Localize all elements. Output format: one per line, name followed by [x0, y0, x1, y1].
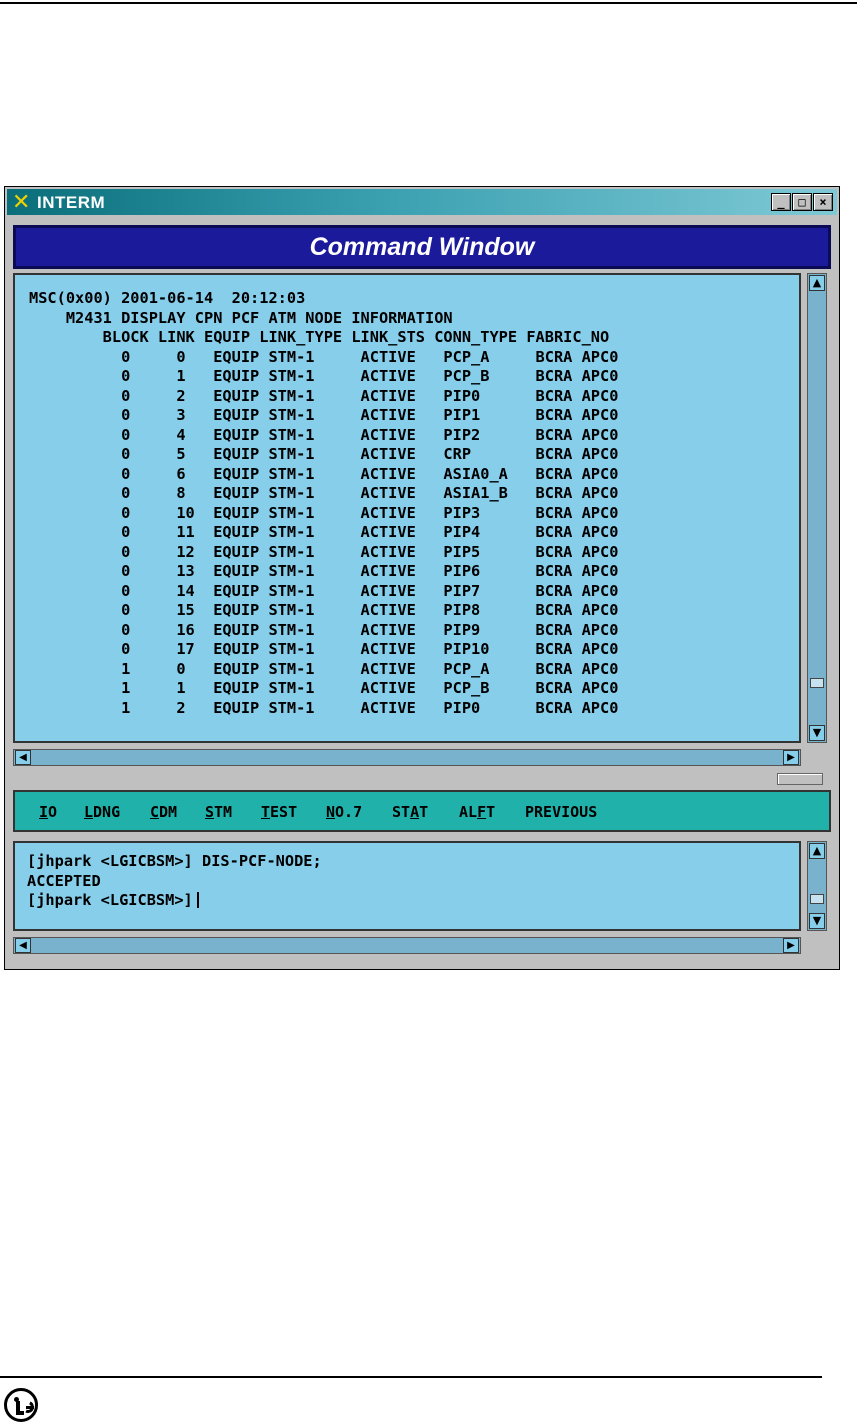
- output-text: MSC(0x00) 2001-06-14 20:12:03 M2431 DISP…: [29, 289, 618, 718]
- output-line: 1 2 EQUIP STM-1 ACTIVE PIP0 BCRA APC0: [29, 698, 619, 717]
- output-line: 0 15 EQUIP STM-1 ACTIVE PIP8 BCRA APC0: [29, 601, 619, 619]
- lg-logo-icon: [4, 1388, 38, 1422]
- menu-item-cdm[interactable]: CDM: [150, 803, 177, 821]
- command-window-title: Command Window: [309, 233, 535, 261]
- output-line: 0 8 EQUIP STM-1 ACTIVE ASIA1_B BCRA APC0: [29, 484, 619, 502]
- output-line: 0 6 EQUIP STM-1 ACTIVE ASIA0_A BCRA APC0: [29, 464, 619, 483]
- output-line: 0 0 EQUIP STM-1 ACTIVE PCP_A BCRA APC0: [29, 347, 619, 366]
- output-line: 0 14 EQUIP STM-1 ACTIVE PIP7 BCRA APC0: [29, 581, 619, 600]
- command-menu-bar: IO LDNG CDM STM TEST NO.7 STAT ALFT PREV…: [13, 790, 831, 832]
- x-logo-icon: ✕: [12, 190, 31, 215]
- output-line: 0 12 EQUIP STM-1 ACTIVE PIP5 BCRA APC0: [29, 542, 619, 561]
- output-horizontal-scrollbar[interactable]: ◀ ▶: [13, 749, 801, 766]
- output-line: 0 3 EQUIP STM-1 ACTIVE PIP1 BCRA APC0: [29, 406, 619, 424]
- command-prompt: [jhpark <LGICBSM>]: [27, 891, 193, 909]
- output-line: 0 10 EQUIP STM-1 ACTIVE PIP3 BCRA APC0: [29, 503, 619, 522]
- scroll-left-icon[interactable]: ◀: [15, 750, 31, 765]
- menu-item-previous[interactable]: PREVIOUS: [525, 803, 597, 821]
- output-line: 0 17 EQUIP STM-1 ACTIVE PIP10 BCRA APC0: [29, 640, 619, 658]
- maximize-button[interactable]: □: [792, 193, 812, 211]
- menu-item-test[interactable]: TEST: [261, 803, 297, 821]
- input-vertical-scrollbar[interactable]: ▲ ▼: [807, 841, 827, 931]
- history-line: [jhpark <LGICBSM>] DIS-PCF-NODE;: [27, 852, 322, 870]
- page-bottom-rule: [0, 1376, 822, 1378]
- minimize-button[interactable]: _: [771, 193, 791, 211]
- page-top-rule: [0, 2, 857, 4]
- output-line: 0 13 EQUIP STM-1 ACTIVE PIP6 BCRA APC0: [29, 562, 619, 580]
- input-horizontal-scrollbar[interactable]: ◀ ▶: [13, 937, 801, 954]
- text-cursor: [196, 892, 199, 908]
- output-line: MSC(0x00) 2001-06-14 20:12:03: [29, 289, 306, 307]
- scroll-up-icon[interactable]: ▲: [809, 275, 825, 291]
- title-bar[interactable]: ✕ INTERM _ □ ×: [7, 189, 837, 215]
- output-line: 1 0 EQUIP STM-1 ACTIVE PCP_A BCRA APC0: [29, 659, 619, 678]
- scroll-down-icon[interactable]: ▼: [809, 913, 825, 929]
- output-line: 0 16 EQUIP STM-1 ACTIVE PIP9 BCRA APC0: [29, 620, 619, 639]
- scroll-thumb[interactable]: [810, 678, 824, 688]
- history-line: ACCEPTED: [27, 871, 101, 890]
- menu-item-alft[interactable]: ALFT: [459, 803, 495, 821]
- menu-item-no7[interactable]: NO.7: [326, 803, 362, 821]
- menu-item-stat[interactable]: STAT: [392, 803, 428, 821]
- scroll-right-icon[interactable]: ▶: [783, 750, 799, 765]
- scroll-up-icon[interactable]: ▲: [809, 843, 825, 859]
- command-input-pane[interactable]: [jhpark <LGICBSM>] DIS-PCF-NODE; ACCEPTE…: [13, 841, 801, 931]
- command-input-text[interactable]: [jhpark <LGICBSM>] DIS-PCF-NODE; ACCEPTE…: [27, 852, 322, 911]
- interm-window: ✕ INTERM _ □ × Command Window MSC(0x00) …: [4, 186, 840, 970]
- scroll-left-icon[interactable]: ◀: [15, 938, 31, 953]
- output-line: BLOCK LINK EQUIP LINK_TYPE LINK_STS CONN…: [29, 328, 610, 346]
- menu-item-io[interactable]: IO: [39, 803, 57, 821]
- output-vertical-scrollbar[interactable]: ▲ ▼: [807, 273, 827, 743]
- menu-item-ldng[interactable]: LDNG: [84, 803, 120, 821]
- output-line: 0 4 EQUIP STM-1 ACTIVE PIP2 BCRA APC0: [29, 425, 619, 444]
- window-title: INTERM: [37, 193, 106, 212]
- output-line: 0 5 EQUIP STM-1 ACTIVE CRP BCRA APC0: [29, 445, 619, 463]
- pane-splitter-handle[interactable]: [777, 773, 823, 785]
- menu-item-stm[interactable]: STM: [205, 803, 232, 821]
- scroll-down-icon[interactable]: ▼: [809, 725, 825, 741]
- output-pane[interactable]: MSC(0x00) 2001-06-14 20:12:03 M2431 DISP…: [13, 273, 801, 743]
- command-window-header: Command Window: [13, 225, 831, 269]
- output-line: 1 1 EQUIP STM-1 ACTIVE PCP_B BCRA APC0: [29, 679, 619, 697]
- output-line: 0 11 EQUIP STM-1 ACTIVE PIP4 BCRA APC0: [29, 523, 619, 541]
- scroll-thumb[interactable]: [810, 894, 824, 904]
- output-line: 0 1 EQUIP STM-1 ACTIVE PCP_B BCRA APC0: [29, 367, 619, 385]
- output-line: M2431 DISPLAY CPN PCF ATM NODE INFORMATI…: [29, 308, 453, 327]
- scroll-right-icon[interactable]: ▶: [783, 938, 799, 953]
- close-button[interactable]: ×: [813, 193, 833, 211]
- output-line: 0 2 EQUIP STM-1 ACTIVE PIP0 BCRA APC0: [29, 386, 619, 405]
